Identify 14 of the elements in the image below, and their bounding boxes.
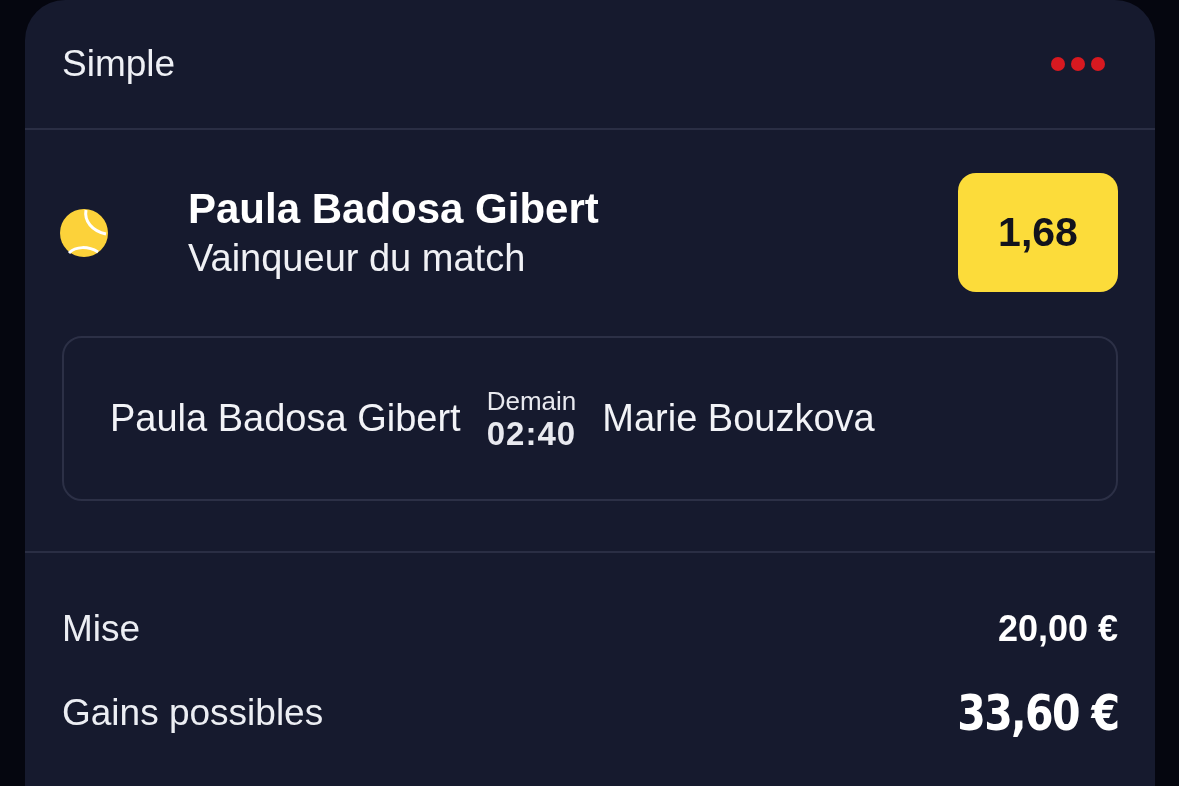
away-player: Marie Bouzkova [602, 397, 875, 440]
summary-value: 33,60 € [957, 684, 1118, 742]
selection-player: Paula Badosa Gibert [188, 183, 599, 234]
summary-label: Mise [62, 608, 141, 650]
summary-value: 20,00 € [997, 608, 1118, 650]
tennis-ball-icon [60, 208, 108, 257]
match-day: Demain [486, 385, 577, 416]
home-player: Paula Badosa Gibert [110, 397, 461, 440]
match-time: 02:40 [486, 415, 577, 452]
more-options-icon[interactable] [1051, 57, 1105, 71]
summary-label: Gains possibles [62, 692, 324, 734]
odds-button[interactable]: 1,68 [958, 173, 1118, 292]
bet-type-title: Simple [62, 43, 176, 85]
selection-market: Vainqueur du match [188, 235, 526, 281]
